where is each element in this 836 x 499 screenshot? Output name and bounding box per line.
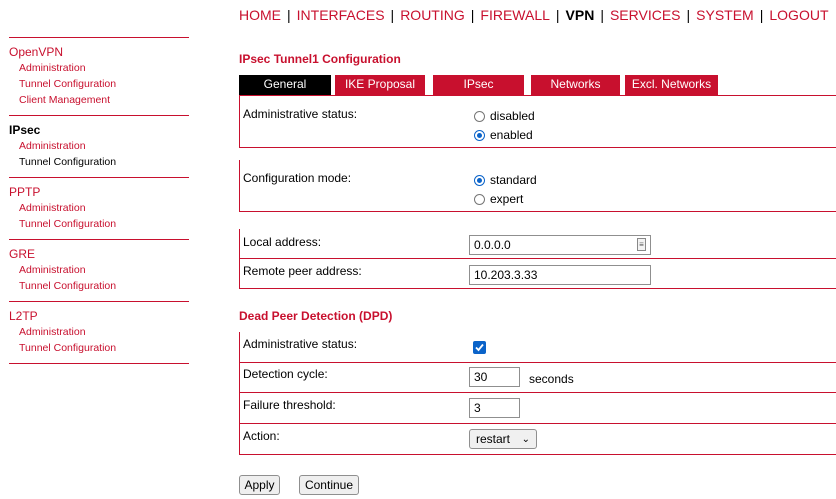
nav-system[interactable]: SYSTEM xyxy=(696,7,754,23)
action-label: Action: xyxy=(243,429,280,443)
continue-button[interactable]: Continue xyxy=(299,475,359,495)
dpd-admin-status-checkbox[interactable] xyxy=(473,341,486,354)
config-mode-standard-option[interactable]: standard xyxy=(474,173,537,187)
autofill-icon[interactable]: ≡ xyxy=(637,238,646,251)
config-mode-label: Configuration mode: xyxy=(243,171,352,185)
sidebar-item-l2tp-administration[interactable]: Administration xyxy=(9,324,189,340)
nav-interfaces[interactable]: INTERFACES xyxy=(297,7,385,23)
sidebar-group-gre: GRE Administration Tunnel Configuration xyxy=(9,240,189,301)
sidebar-heading-ipsec[interactable]: IPsec xyxy=(9,122,189,138)
nav-home[interactable]: HOME xyxy=(239,7,281,23)
tab-underline xyxy=(239,95,836,96)
sidebar-item-gre-tunnel-configuration[interactable]: Tunnel Configuration xyxy=(9,278,189,294)
row-border xyxy=(239,96,240,147)
remote-peer-label: Remote peer address: xyxy=(243,264,362,278)
sidebar-divider xyxy=(9,363,189,364)
admin-status-enabled-option[interactable]: enabled xyxy=(474,128,533,142)
nav-firewall[interactable]: FIREWALL xyxy=(480,7,550,23)
local-address-label: Local address: xyxy=(243,235,322,249)
tab-ipsec[interactable]: IPsec xyxy=(433,75,524,95)
dpd-section-title: Dead Peer Detection (DPD) xyxy=(239,309,393,323)
failure-threshold-label: Failure threshold: xyxy=(243,398,336,412)
nav-services[interactable]: SERVICES xyxy=(610,7,681,23)
nav-logout[interactable]: LOGOUT xyxy=(769,7,828,23)
row-divider xyxy=(239,211,836,212)
sidebar-item-pptp-tunnel-configuration[interactable]: Tunnel Configuration xyxy=(9,216,189,232)
row-divider xyxy=(239,392,836,393)
row-divider xyxy=(239,147,836,148)
detection-cycle-unit: seconds xyxy=(529,372,574,386)
tab-bar: General IKE Proposal IPsec Networks Excl… xyxy=(239,75,836,95)
sidebar: OpenVPN Administration Tunnel Configurat… xyxy=(9,37,189,364)
row-border xyxy=(239,332,240,454)
sidebar-item-gre-administration[interactable]: Administration xyxy=(9,262,189,278)
remote-peer-input[interactable]: 10.203.3.33 xyxy=(469,265,651,285)
apply-button[interactable]: Apply xyxy=(239,475,280,495)
admin-status-disabled-option[interactable]: disabled xyxy=(474,109,535,123)
row-divider xyxy=(239,423,836,424)
sidebar-group-pptp: PPTP Administration Tunnel Configuration xyxy=(9,178,189,239)
detection-cycle-input[interactable]: 30 xyxy=(469,367,520,387)
radio-disabled[interactable] xyxy=(474,110,485,122)
sidebar-group-l2tp: L2TP Administration Tunnel Configuration xyxy=(9,302,189,363)
sidebar-item-pptp-administration[interactable]: Administration xyxy=(9,200,189,216)
action-select-value: restart xyxy=(476,432,511,446)
tab-general[interactable]: General xyxy=(239,75,331,95)
local-address-input[interactable]: 0.0.0.0 ≡ xyxy=(469,235,651,255)
page-title: IPsec Tunnel1 Configuration xyxy=(239,52,401,66)
radio-standard[interactable] xyxy=(474,174,485,186)
radio-disabled-label: disabled xyxy=(490,109,535,123)
radio-standard-label: standard xyxy=(490,173,537,187)
sidebar-item-openvpn-client-management[interactable]: Client Management xyxy=(9,92,189,108)
nav-vpn[interactable]: VPN xyxy=(566,7,595,23)
radio-expert-label: expert xyxy=(490,192,524,206)
radio-expert[interactable] xyxy=(474,193,485,205)
radio-enabled[interactable] xyxy=(474,129,485,141)
sidebar-heading-l2tp[interactable]: L2TP xyxy=(9,308,189,324)
sidebar-group-openvpn: OpenVPN Administration Tunnel Configurat… xyxy=(9,38,189,115)
radio-enabled-label: enabled xyxy=(490,128,533,142)
sidebar-item-l2tp-tunnel-configuration[interactable]: Tunnel Configuration xyxy=(9,340,189,356)
sidebar-heading-gre[interactable]: GRE xyxy=(9,246,189,262)
sidebar-item-openvpn-tunnel-configuration[interactable]: Tunnel Configuration xyxy=(9,76,189,92)
row-divider xyxy=(239,258,836,259)
tab-excl-networks[interactable]: Excl. Networks xyxy=(625,75,718,95)
row-divider xyxy=(239,288,836,289)
sidebar-heading-openvpn[interactable]: OpenVPN xyxy=(9,44,189,60)
row-divider xyxy=(239,454,836,455)
local-address-value: 0.0.0.0 xyxy=(474,238,511,252)
chevron-down-icon: ⌄ xyxy=(521,434,530,445)
sidebar-heading-pptp[interactable]: PPTP xyxy=(9,184,189,200)
sidebar-item-ipsec-tunnel-configuration[interactable]: Tunnel Configuration xyxy=(9,154,189,170)
nav-routing[interactable]: ROUTING xyxy=(400,7,465,23)
config-mode-expert-option[interactable]: expert xyxy=(474,192,523,206)
top-navigation: HOME | INTERFACES | ROUTING | FIREWALL | VPN | SER… xyxy=(239,7,829,23)
checkmark-icon xyxy=(475,343,484,352)
sidebar-item-openvpn-administration[interactable]: Administration xyxy=(9,60,189,76)
admin-status-label: Administrative status: xyxy=(243,107,358,121)
action-select[interactable]: restart ⌄ xyxy=(469,429,537,449)
failure-threshold-input[interactable]: 3 xyxy=(469,398,520,418)
dpd-admin-status-label: Administrative status: xyxy=(243,337,358,351)
sidebar-group-ipsec: IPsec Administration Tunnel Configuratio… xyxy=(9,116,189,177)
tab-networks[interactable]: Networks xyxy=(531,75,620,95)
detection-cycle-label: Detection cycle: xyxy=(243,367,328,381)
tab-ike-proposal[interactable]: IKE Proposal xyxy=(335,75,425,95)
row-divider xyxy=(239,362,836,363)
row-border xyxy=(239,160,240,211)
sidebar-item-ipsec-administration[interactable]: Administration xyxy=(9,138,189,154)
